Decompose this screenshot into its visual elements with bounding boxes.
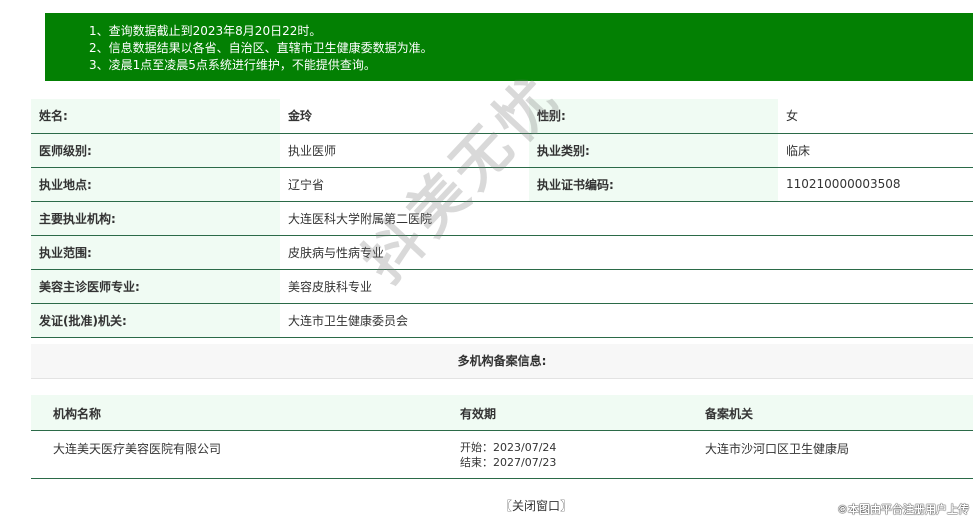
category-value: 临床 <box>778 133 973 168</box>
level-label: 医师级别: <box>31 133 280 168</box>
header-validity: 有效期 <box>460 407 497 421</box>
notice-banner: 1、查询数据截止到2023年8月20日22时。 2、信息数据结果以各省、自治区、… <box>45 13 973 81</box>
info-row-scope: 执业范围: 皮肤病与性病专业 <box>31 235 973 270</box>
close-window-link[interactable]: 〖关闭窗口〗 <box>500 497 572 514</box>
gender-label: 性别: <box>529 99 778 134</box>
location-value: 辽宁省 <box>280 167 529 202</box>
multi-institution-title: 多机构备案信息: <box>31 344 973 379</box>
institution-table-header: 机构名称 有效期 备案机关 <box>31 395 973 431</box>
notice-line-1: 1、查询数据截止到2023年8月20日22时。 <box>89 24 322 38</box>
notice-line-3: 3、凌晨1点至凌晨5点系统进行维护，不能提供查询。 <box>89 58 376 72</box>
validity-end: 结束：2027/07/23 <box>460 456 557 469</box>
header-institution-name: 机构名称 <box>53 407 102 421</box>
cosmetic-label: 美容主诊医师专业: <box>31 269 280 304</box>
issuer-label: 发证(批准)机关: <box>31 303 280 338</box>
table-row: 大连美天医疗美容医院有限公司 开始：2023/07/24 结束：2027/07/… <box>31 431 973 479</box>
name-value: 金玲 <box>280 99 529 134</box>
filing-authority: 大连市沙河口区卫生健康局 <box>705 442 850 456</box>
notice-line-2: 2、信息数据结果以各省、自治区、直辖市卫生健康委数据为准。 <box>89 41 433 55</box>
info-row-cosmetic: 美容主诊医师专业: 美容皮肤科专业 <box>31 269 973 304</box>
doctor-info-table: 姓名: 金玲 性别: 女 医师级别: 执业医师 执业类别: 临床 执业地点: 辽… <box>31 99 973 338</box>
header-authority: 备案机关 <box>705 407 754 421</box>
level-value: 执业医师 <box>280 133 529 168</box>
info-row-name: 姓名: 金玲 性别: 女 <box>31 99 973 134</box>
institution-name: 大连美天医疗美容医院有限公司 <box>53 442 222 456</box>
scope-value: 皮肤病与性病专业 <box>280 235 973 270</box>
org-label: 主要执业机构: <box>31 201 280 236</box>
scope-label: 执业范围: <box>31 235 280 270</box>
cert-label: 执业证书编码: <box>529 167 778 202</box>
category-label: 执业类别: <box>529 133 778 168</box>
cert-value: 110210000003508 <box>778 167 973 202</box>
gender-value: 女 <box>778 99 973 134</box>
validity-period: 开始：2023/07/24 结束：2027/07/23 <box>460 440 556 470</box>
info-row-level: 医师级别: 执业医师 执业类别: 临床 <box>31 133 973 168</box>
name-label: 姓名: <box>31 99 280 134</box>
validity-start: 开始：2023/07/24 <box>460 441 557 454</box>
info-row-issuer: 发证(批准)机关: 大连市卫生健康委员会 <box>31 303 973 338</box>
org-value: 大连医科大学附属第二医院 <box>280 201 973 236</box>
cosmetic-value: 美容皮肤科专业 <box>280 269 973 304</box>
info-row-org: 主要执业机构: 大连医科大学附属第二医院 <box>31 201 973 236</box>
upload-credit-note: ©本图由平台注册用户上传 <box>837 503 969 516</box>
location-label: 执业地点: <box>31 167 280 202</box>
issuer-value: 大连市卫生健康委员会 <box>280 303 973 338</box>
info-row-location: 执业地点: 辽宁省 执业证书编码: 110210000003508 <box>31 167 973 202</box>
